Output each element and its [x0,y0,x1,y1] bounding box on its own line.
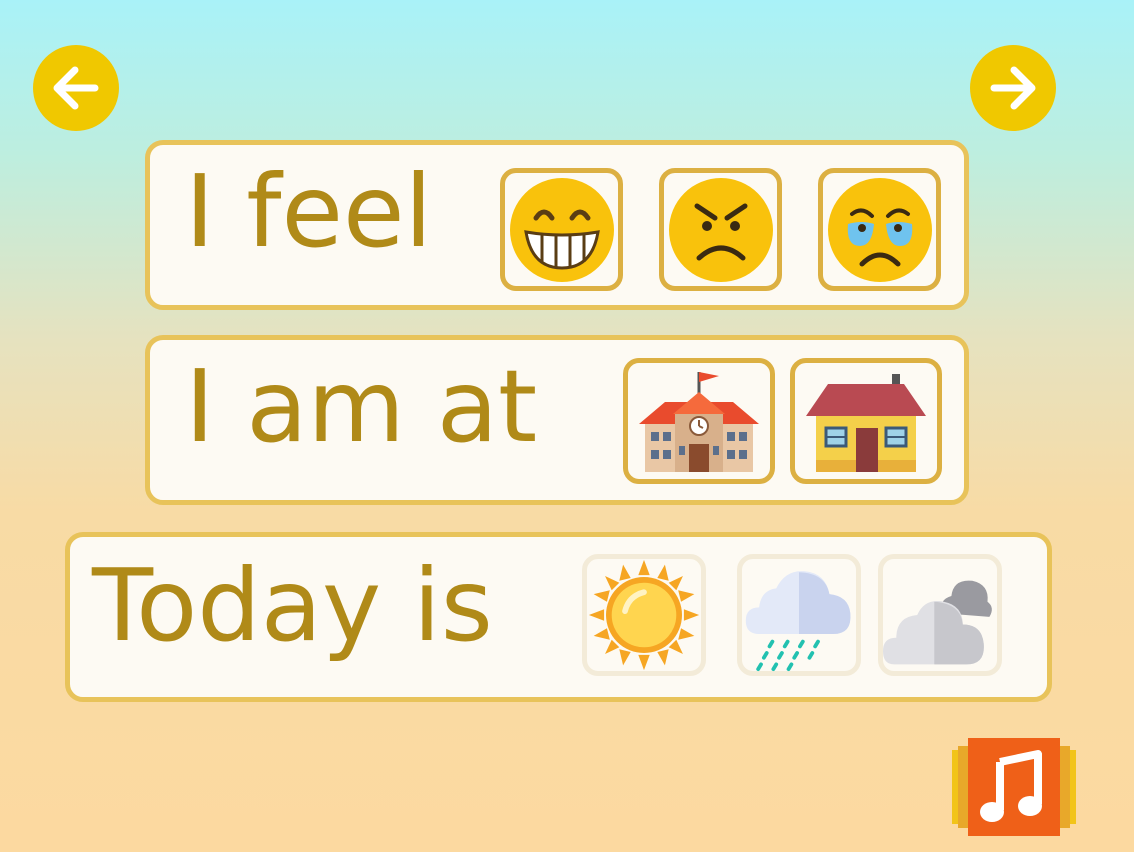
rain-cloud-icon [745,571,851,672]
back-button[interactable] [33,45,119,131]
feeling-row: I feel [145,140,969,310]
arrow-left-icon [53,66,99,110]
sunny-choice[interactable] [582,554,706,676]
sad-choice[interactable] [818,168,941,291]
weather-label: Today is [92,547,493,664]
arrow-right-icon [990,66,1036,110]
location-row: I am at [145,335,969,505]
weather-row: Today is [65,532,1052,702]
happy-choice[interactable] [500,168,623,291]
music-note-icon [952,738,1076,836]
location-label: I am at [185,348,538,465]
cloudy-choice[interactable] [878,554,1002,676]
sun-icon [588,559,700,671]
music-button[interactable] [952,738,1076,836]
angry-choice[interactable] [659,168,782,291]
school-building-icon [639,372,759,472]
rainy-choice[interactable] [737,554,861,676]
feeling-label: I feel [185,153,433,270]
crying-face-icon [827,177,932,282]
school-choice[interactable] [623,358,775,484]
house-icon [806,374,926,472]
home-choice[interactable] [790,358,942,484]
cloudy-icon [883,580,992,665]
forward-button[interactable] [970,45,1056,131]
angry-face-icon [668,177,773,282]
grinning-face-icon [509,177,614,282]
